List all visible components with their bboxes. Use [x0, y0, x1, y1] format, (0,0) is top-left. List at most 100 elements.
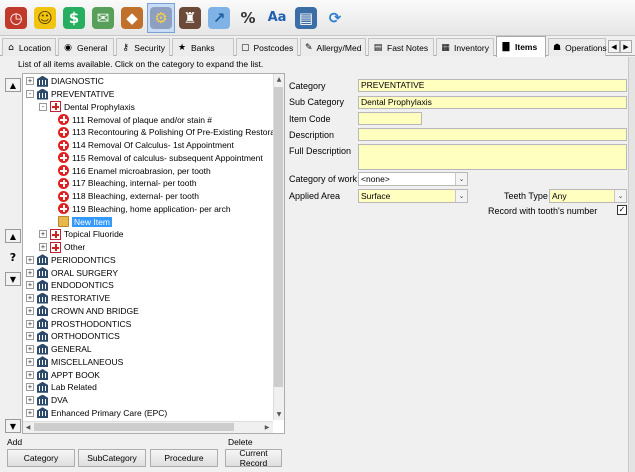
tree-item[interactable]: 113 Recontouring & Polishing Of Pre-Exis… — [58, 126, 284, 139]
tab-security[interactable]: ⚷ Security — [116, 38, 170, 56]
expand-icon[interactable]: + — [26, 319, 34, 328]
tree-item[interactable]: 111 Removal of plaque and/or stain # — [58, 113, 212, 126]
tree-item[interactable]: New Item — [58, 215, 112, 228]
chart-toolbar-button[interactable]: ↗ — [205, 3, 233, 33]
category-label: Category — [289, 81, 326, 91]
percent-toolbar-button[interactable]: % — [234, 3, 262, 33]
move-top-button[interactable]: ▲ — [5, 78, 21, 92]
tree-node[interactable]: + ORAL SURGERY — [26, 266, 118, 279]
tab-location[interactable]: ⌂ Location — [2, 38, 56, 56]
tree-item[interactable]: 119 Bleaching, home application- per arc… — [58, 203, 231, 216]
tab-banks[interactable]: ★ Banks — [172, 38, 234, 56]
teeth-type-select[interactable]: Any ⌄ — [549, 189, 627, 203]
expand-icon[interactable]: + — [26, 306, 34, 315]
font-size-toolbar-button[interactable]: Aa — [263, 3, 291, 33]
chevron-down-icon[interactable]: ⌄ — [455, 190, 467, 202]
tree-item[interactable]: 115 Removal of calculus- subsequent Appo… — [58, 152, 263, 165]
expand-icon[interactable]: + — [26, 370, 34, 379]
chevron-down-icon[interactable]: ⌄ — [455, 173, 467, 185]
tree-item[interactable]: 118 Bleaching, external- per tooth — [58, 190, 199, 203]
move-bottom-button[interactable]: ▼ — [5, 419, 21, 433]
expand-icon[interactable]: + — [26, 345, 34, 353]
tree-node[interactable]: + CROWN AND BRIDGE — [26, 305, 139, 318]
items-tree[interactable]: + DIAGNOSTIC - PREVENTATIVE - Dental Prophyla… — [22, 73, 285, 434]
tree-node[interactable]: + APPT BOOK — [26, 368, 100, 381]
category-field[interactable]: PREVENTATIVE — [358, 79, 627, 92]
tab-inventory[interactable]: ▦ Inventory — [436, 38, 494, 56]
tab-general[interactable]: ◉ General — [58, 38, 114, 56]
tree-node[interactable]: + Other — [39, 241, 85, 254]
scroll-up-arrow-icon[interactable]: ▲ — [274, 74, 284, 85]
description-field[interactable] — [358, 128, 627, 141]
tree-node[interactable]: + Topical Fluoride — [39, 228, 124, 241]
add-subcategory-button[interactable]: SubCategory — [78, 449, 146, 467]
collapse-icon[interactable]: - — [26, 90, 34, 98]
add-category-button[interactable]: Category — [7, 449, 75, 467]
tree-node[interactable]: + Lab Related — [26, 381, 97, 394]
tree-node[interactable]: + DVA — [26, 394, 68, 407]
tree-node[interactable]: + PERIODONTICS — [26, 254, 116, 267]
gears-toolbar-button[interactable]: ⚙ — [147, 2, 175, 33]
tab-postcodes[interactable]: ▢ Postcodes — [236, 38, 298, 56]
scroll-down-arrow-icon[interactable]: ▼ — [274, 409, 284, 420]
delete-current-record-button[interactable]: Current Record — [225, 448, 282, 468]
tree-node[interactable]: - Dental Prophylaxis — [39, 101, 135, 114]
tab-fast-notes[interactable]: ▤ Fast Notes — [368, 38, 434, 56]
tree-node[interactable]: + MISCELLANEOUS — [26, 356, 123, 369]
chevron-down-icon[interactable]: ⌄ — [614, 190, 626, 202]
add-procedure-button[interactable]: Procedure — [150, 449, 218, 467]
help-icon[interactable]: ? — [5, 250, 21, 264]
scroll-left-arrow-icon[interactable]: ◀ — [23, 422, 33, 433]
tree-node[interactable]: + ORTHODONTICS — [26, 330, 120, 343]
tree-node[interactable]: + RESTORATIVE — [26, 292, 110, 305]
mail-toolbar-button[interactable]: ✉ — [89, 3, 117, 33]
expand-icon[interactable]: + — [26, 294, 34, 302]
teacher-toolbar-button[interactable]: ♜ — [176, 3, 204, 33]
move-down-button[interactable]: ▼ — [5, 272, 21, 286]
record-with-tooth-checkbox[interactable]: ✓ — [617, 205, 627, 215]
tab-scroll-right-button[interactable]: ▶ — [620, 40, 632, 53]
tree-label: ENDODONTICS — [51, 280, 114, 291]
move-up-button[interactable]: ▲ — [5, 229, 21, 243]
tab-allergy-med[interactable]: ✎ Allergy/Med — [300, 38, 366, 56]
tab-items[interactable]: ▇ Items — [496, 36, 546, 57]
applied-area-value: Surface — [361, 191, 391, 201]
subcategory-field[interactable]: Dental Prophylaxis — [358, 96, 627, 109]
shield-toolbar-button[interactable]: ◆ — [118, 3, 146, 33]
tree-vertical-scroll-thumb[interactable] — [274, 87, 283, 387]
expand-icon[interactable]: + — [26, 281, 34, 290]
expand-icon[interactable]: + — [26, 255, 34, 264]
tab-scroll-left-button[interactable]: ◀ — [608, 40, 620, 53]
tree-item[interactable]: 117 Bleaching, internal- per tooth — [58, 177, 197, 190]
expand-icon[interactable]: + — [39, 243, 47, 251]
tree-node[interactable]: - PREVENTATIVE — [26, 88, 114, 101]
scroll-right-arrow-icon[interactable]: ▶ — [262, 422, 272, 433]
expand-icon[interactable]: + — [26, 383, 34, 392]
tree-node[interactable]: + DIAGNOSTIC — [26, 75, 104, 88]
tree-horizontal-scroll-thumb[interactable] — [34, 423, 234, 431]
expand-icon[interactable]: + — [26, 408, 34, 417]
tab-operations[interactable]: ☗ Operations — [548, 38, 607, 56]
applied-area-select[interactable]: Surface ⌄ — [358, 189, 468, 203]
expand-icon[interactable]: + — [26, 77, 34, 86]
tree-node[interactable]: + GENERAL — [26, 343, 92, 356]
tree-node[interactable]: + ENDODONTICS — [26, 279, 114, 292]
smiley-toolbar-button[interactable]: ☺ — [31, 3, 59, 33]
tree-node[interactable]: + PROSTHODONTICS — [26, 317, 131, 330]
item-code-field[interactable] — [358, 112, 422, 125]
refresh-toolbar-button[interactable]: ⟳ — [321, 3, 349, 33]
document-toolbar-button[interactable]: ▤ — [292, 3, 320, 33]
tree-node[interactable]: + Enhanced Primary Care (EPC) — [26, 407, 167, 420]
collapse-icon[interactable]: - — [39, 102, 47, 111]
expand-icon[interactable]: + — [39, 230, 47, 239]
clock-toolbar-button[interactable]: ◷ — [2, 3, 30, 33]
category-of-work-select[interactable]: <none> ⌄ — [358, 172, 468, 186]
full-description-field[interactable] — [358, 144, 627, 170]
tree-item[interactable]: 114 Removal Of Calculus- 1st Appointment — [58, 139, 234, 152]
expand-icon[interactable]: + — [26, 357, 34, 366]
expand-icon[interactable]: + — [26, 268, 34, 277]
expand-icon[interactable]: + — [26, 332, 34, 341]
expand-icon[interactable]: + — [26, 396, 34, 404]
tree-item[interactable]: 116 Enamel microabrasion, per tooth — [58, 164, 211, 177]
dollar-toolbar-button[interactable]: $ — [60, 3, 88, 33]
